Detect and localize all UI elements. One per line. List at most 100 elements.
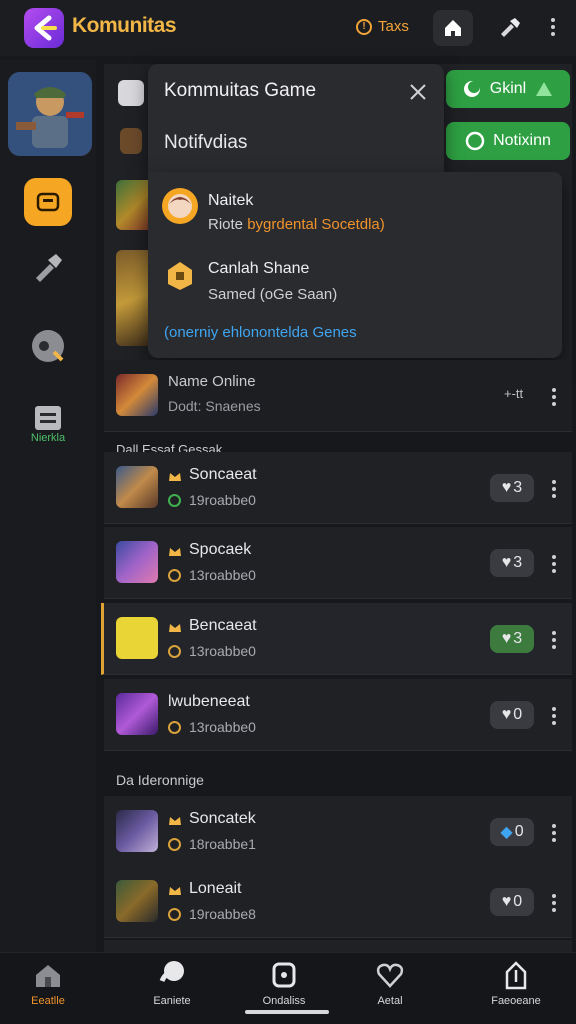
chat-rail-button[interactable]	[24, 178, 72, 226]
row-name: lwubeneeat	[168, 693, 250, 710]
heart-icon: ♥	[501, 554, 512, 571]
nav-item-likes[interactable]: Aetal	[342, 959, 438, 1019]
nav-label: Aetal	[377, 995, 403, 1007]
user-avatar-icon	[162, 188, 198, 224]
online-row[interactable]: Name Online Dodt: Snaenes +-tt	[104, 360, 572, 432]
like-count: 0	[513, 706, 523, 723]
panel-subtitle: Notifvdias	[164, 132, 248, 153]
notification-action-button[interactable]: Notixinn	[446, 122, 570, 160]
table-row[interactable]: Soncatek 18roabbe1 ◆ 0	[104, 796, 572, 868]
tools-rail-button[interactable]	[24, 244, 72, 292]
notification-panel-header: Kommuitas Game Notifvdias	[148, 64, 444, 172]
more-menu-icon[interactable]	[549, 18, 557, 36]
table-row[interactable]: Loneait 19roabbe8 ♥ 0	[104, 866, 572, 938]
home-indicator[interactable]	[245, 1010, 329, 1014]
row-sub: 13roabbe0	[189, 719, 256, 735]
like-count: 0	[513, 893, 523, 910]
nav-label: Ondaliss	[262, 995, 306, 1007]
row-more-icon[interactable]	[550, 631, 558, 649]
notification-sub-1: Riote bygrdental Socetdla)	[208, 216, 385, 233]
nav-item-home[interactable]: Eeatlle	[0, 959, 96, 1019]
online-row-title: Name Online	[168, 373, 256, 390]
tag-count: 0	[514, 823, 524, 840]
online-row-more-icon[interactable]	[550, 388, 558, 406]
crown-icon	[169, 548, 181, 556]
notification-title-1: Naitek	[208, 192, 254, 209]
rail-active-label: Nierkla	[30, 432, 66, 444]
like-badge[interactable]: ♥ 3	[490, 625, 534, 653]
panel-title: Kommuitas Game	[164, 80, 317, 101]
nav-label: Eeatlle	[31, 995, 65, 1007]
like-badge[interactable]: ♥ 0	[490, 701, 534, 729]
nav-item-share[interactable]: Faeoeane	[468, 959, 564, 1019]
primary-action-button[interactable]: Gkinl	[446, 70, 570, 108]
table-row[interactable]: lwubeneeat 13roabbe0 ♥ 0	[104, 679, 572, 751]
like-count: 3	[513, 554, 523, 571]
community-rail-button[interactable]	[24, 322, 72, 370]
close-icon[interactable]	[406, 80, 430, 104]
heart-icon	[374, 959, 406, 991]
status-icon	[168, 721, 181, 734]
table-row[interactable]: Soncaeat 19roabbe0 ♥ 3	[104, 452, 572, 524]
tasks-button[interactable]: ! Taxs	[356, 18, 409, 35]
row-sub: 18roabbe1	[189, 836, 256, 852]
status-icon	[168, 908, 181, 921]
game-avatar[interactable]	[8, 72, 92, 156]
row-name: Bencaeat	[189, 617, 257, 634]
row-thumb	[116, 810, 158, 852]
top-bar: Komunitas ! Taxs	[0, 0, 576, 56]
heart-icon: ♥	[501, 706, 512, 723]
tasks-icon: !	[356, 18, 372, 35]
row-name: Loneait	[189, 880, 242, 897]
row-more-icon[interactable]	[550, 555, 558, 573]
app-logo-icon[interactable]	[24, 8, 64, 48]
nav-label: Eaniete	[153, 995, 191, 1007]
heart-icon: ♥	[501, 893, 512, 910]
notification-link[interactable]: (onerniy ehlonontelda Genes	[164, 324, 357, 341]
crown-icon	[169, 887, 181, 895]
notification-sub-1-prefix: Riote	[208, 216, 248, 233]
row-sub: 19roabbe0	[189, 492, 256, 508]
table-row-selected[interactable]: Bencaeat 13roabbe0 ♥ 3	[101, 603, 572, 675]
tag-badge[interactable]: ◆ 0	[490, 818, 534, 846]
chat-bubble-icon	[465, 131, 485, 151]
row-thumb	[116, 617, 158, 659]
row-thumb	[116, 693, 158, 735]
table-row[interactable]: Spocaek 13roabbe0 ♥ 3	[104, 527, 572, 599]
badge-icon	[268, 959, 300, 991]
row-more-icon[interactable]	[550, 894, 558, 912]
primary-action-label: Gkinl	[489, 80, 527, 97]
house-icon	[32, 959, 64, 991]
like-badge[interactable]: ♥ 3	[490, 474, 534, 502]
row-sub: 13roabbe0	[189, 643, 256, 659]
notification-sub-1-highlight: bygrdental Socetdla)	[247, 216, 385, 233]
online-row-sub: Dodt: Snaenes	[168, 398, 261, 414]
nav-item-sticker[interactable]: Eaniete	[124, 959, 220, 1019]
crown-icon	[169, 817, 181, 825]
notification-sub-2: Samed (oGe Saan)	[208, 286, 338, 303]
online-row-indicator: +-tt	[504, 386, 524, 401]
row-thumb	[116, 541, 158, 583]
crown-icon	[169, 473, 181, 481]
row-name: Soncatek	[189, 810, 256, 827]
section-label-lower: Da Ideronnige	[116, 772, 204, 788]
like-badge[interactable]: ♥ 0	[490, 888, 534, 916]
status-icon	[168, 569, 181, 582]
like-badge[interactable]: ♥ 3	[490, 549, 534, 577]
tasks-label: Taxs	[378, 18, 409, 35]
row-more-icon[interactable]	[550, 480, 558, 498]
crown-icon	[169, 624, 181, 632]
chat-icon	[36, 192, 60, 212]
app-title: Komunitas	[72, 14, 177, 37]
like-count: 3	[513, 479, 523, 496]
row-sub: 13roabbe0	[189, 567, 256, 583]
home-icon	[445, 20, 461, 36]
status-icon	[168, 838, 181, 851]
list-item-avatar-1[interactable]	[118, 80, 144, 106]
row-more-icon[interactable]	[550, 707, 558, 725]
row-sub: 19roabbe8	[189, 906, 256, 922]
list-item-avatar-2[interactable]	[120, 128, 142, 154]
tools-button[interactable]	[492, 10, 528, 46]
row-more-icon[interactable]	[550, 824, 558, 842]
home-button[interactable]	[433, 10, 473, 46]
